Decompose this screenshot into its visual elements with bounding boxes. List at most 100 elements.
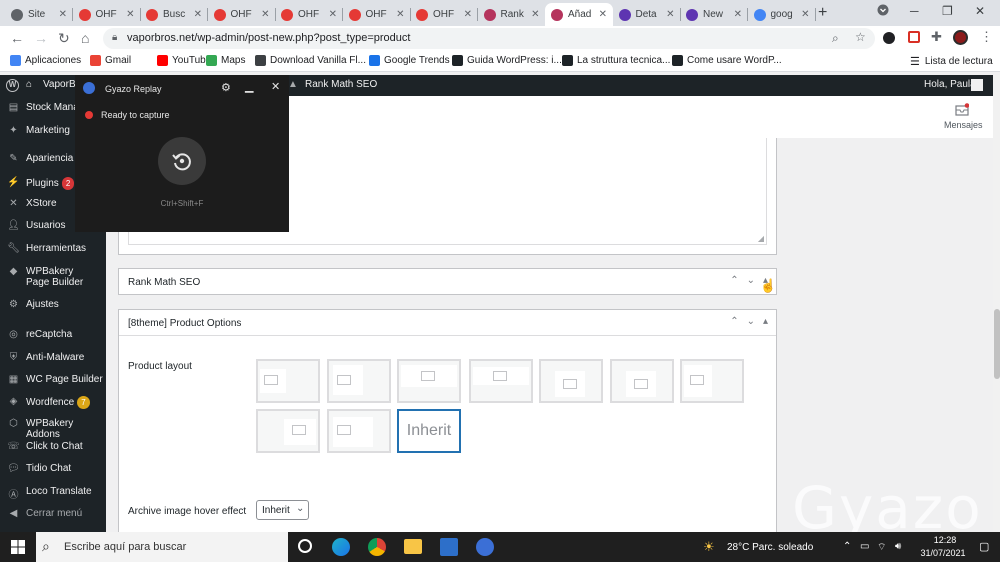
layout-option-1[interactable] bbox=[256, 359, 320, 403]
reload-icon[interactable]: ↻ bbox=[58, 30, 70, 47]
move-down-chevron-icon[interactable]: ⌄ bbox=[747, 275, 755, 286]
browser-tab[interactable]: Deta ✕ bbox=[613, 3, 681, 26]
layout-option-3[interactable] bbox=[397, 359, 461, 403]
chrome-icon[interactable] bbox=[368, 538, 386, 556]
browser-tab[interactable]: goog ✕ bbox=[748, 3, 816, 26]
sidebar-item-wc-page-builder[interactable]: ▦ WC Page Builder bbox=[0, 374, 106, 387]
lock-icon[interactable]: 🔒︎ bbox=[112, 32, 117, 43]
layout-option-inherit[interactable]: Inherit bbox=[397, 409, 461, 453]
volume-icon[interactable]: 🔊︎ bbox=[895, 541, 901, 552]
browser-tab[interactable]: OHF ✕ bbox=[410, 3, 478, 26]
file-explorer-icon[interactable] bbox=[404, 539, 422, 554]
tray-chevron-icon[interactable]: ⌃ bbox=[843, 541, 851, 552]
bookmark-item[interactable]: Aplicaciones bbox=[10, 55, 81, 66]
browser-tab[interactable]: OHF ✕ bbox=[275, 3, 343, 26]
product-options-header[interactable]: [8theme] Product Options ⌃ ⌄ ▴ bbox=[119, 310, 776, 336]
capture-button[interactable] bbox=[158, 137, 206, 185]
layout-option-9[interactable] bbox=[327, 409, 391, 453]
sidebar-item-tidio-chat[interactable]: 💬︎ Tidio Chat bbox=[0, 463, 106, 476]
browser-tab[interactable]: New ✕ bbox=[680, 3, 748, 26]
layout-option-6[interactable] bbox=[610, 359, 674, 403]
bookmark-item[interactable]: Maps bbox=[206, 55, 245, 66]
move-up-chevron-icon[interactable]: ⌃ bbox=[730, 316, 738, 327]
forward-icon[interactable]: → bbox=[34, 30, 48, 46]
weather-text[interactable]: 28°C Parc. soleado bbox=[727, 542, 813, 553]
tab-close-icon[interactable]: ✕ bbox=[734, 9, 742, 20]
extension-red-icon[interactable] bbox=[908, 31, 920, 43]
sidebar-item-recaptcha[interactable]: ◎ reCaptcha bbox=[0, 329, 106, 342]
rank-math-panel-title[interactable]: Rank Math SEO bbox=[128, 277, 200, 288]
browser-tab[interactable]: Busc ✕ bbox=[140, 3, 208, 26]
resize-handle-icon[interactable]: ◢ bbox=[758, 234, 764, 243]
messages-label[interactable]: Mensajes bbox=[944, 120, 983, 130]
close-icon[interactable]: ✕ bbox=[271, 80, 280, 93]
rankmath-menu[interactable]: Rank Math SEO bbox=[305, 79, 377, 90]
sidebar-item-wordfence[interactable]: ◈ Wordfence 7 bbox=[0, 396, 106, 409]
minimize-icon[interactable]: ─ bbox=[910, 4, 919, 18]
reading-list[interactable]: ☰ Lista de lectura bbox=[910, 55, 993, 68]
extension-icon[interactable] bbox=[883, 32, 895, 44]
layout-option-7[interactable] bbox=[680, 359, 744, 403]
browser-tab[interactable]: OHF ✕ bbox=[208, 3, 276, 26]
tab-close-icon[interactable]: ✕ bbox=[194, 9, 202, 20]
site-name[interactable]: VaporBr bbox=[43, 79, 79, 90]
sidebar-item-click-to-chat[interactable]: ☏ Click to Chat bbox=[0, 441, 106, 454]
bookmark-star-icon[interactable]: ☆ bbox=[855, 30, 866, 44]
bookmark-item[interactable]: La struttura tecnica... bbox=[562, 55, 670, 66]
puzzle-icon[interactable]: ✚ bbox=[931, 29, 942, 45]
tab-close-icon[interactable]: ✕ bbox=[329, 9, 337, 20]
sidebar-item-ajustes[interactable]: ⚙ Ajustes bbox=[0, 299, 106, 312]
move-down-chevron-icon[interactable]: ⌄ bbox=[747, 316, 755, 327]
wifi-icon[interactable]: ⌔ bbox=[877, 541, 886, 554]
toggle-panel-icon[interactable]: ▴ bbox=[763, 316, 768, 327]
tab-close-icon[interactable]: ✕ bbox=[126, 9, 134, 20]
gear-icon[interactable]: ⚙ bbox=[221, 81, 231, 94]
network-icon[interactable]: ▭ bbox=[860, 541, 869, 552]
layout-option-4[interactable] bbox=[469, 359, 533, 403]
sidebar-item-loco-translate[interactable]: Ⓐ Loco Translate bbox=[0, 486, 106, 501]
browser-tab[interactable]: Rank ✕ bbox=[478, 3, 546, 26]
bookmark-item[interactable]: Guida WordPress: i... bbox=[452, 55, 562, 66]
browser-tab[interactable]: OHF ✕ bbox=[343, 3, 411, 26]
windows-start-icon[interactable] bbox=[11, 540, 25, 557]
bookmark-item[interactable]: YouTube bbox=[157, 55, 211, 66]
profile-avatar[interactable] bbox=[953, 30, 968, 45]
tab-close-icon[interactable]: ✕ bbox=[599, 9, 607, 20]
browser-tab[interactable]: Añad ✕ bbox=[545, 3, 613, 26]
minimize-icon[interactable]: ▁ bbox=[245, 80, 253, 93]
sidebar-item-wpbakery-page-builder[interactable]: ◆ WPBakery Page Builder bbox=[0, 266, 106, 288]
wordpress-logo-icon[interactable]: W bbox=[6, 79, 19, 92]
edge-icon[interactable] bbox=[332, 538, 350, 556]
bookmark-item[interactable]: Google Trends bbox=[369, 55, 450, 66]
tab-search-icon[interactable] bbox=[877, 4, 889, 19]
bookmark-item[interactable]: Gmail bbox=[90, 55, 131, 66]
restore-icon[interactable]: ❐ bbox=[942, 4, 953, 18]
zoom-icon[interactable]: ⌕ bbox=[832, 31, 839, 46]
scrollbar-thumb[interactable] bbox=[994, 309, 1000, 379]
sidebar-item-herramientas[interactable]: 🔧︎ Herramientas bbox=[0, 243, 106, 256]
notification-icon[interactable]: ▢ bbox=[979, 540, 989, 553]
tab-close-icon[interactable]: ✕ bbox=[464, 9, 472, 20]
clock-date[interactable]: 31/07/2021 bbox=[913, 548, 973, 558]
user-avatar[interactable] bbox=[971, 79, 983, 91]
tab-close-icon[interactable]: ✕ bbox=[59, 9, 67, 20]
page-scrollbar[interactable] bbox=[993, 75, 1000, 532]
tab-close-icon[interactable]: ✕ bbox=[801, 9, 809, 20]
layout-option-2[interactable] bbox=[327, 359, 391, 403]
tab-close-icon[interactable]: ✕ bbox=[396, 9, 404, 20]
browser-tab[interactable]: Site ✕ bbox=[5, 3, 73, 26]
tab-close-icon[interactable]: ✕ bbox=[261, 9, 269, 20]
back-icon[interactable]: ← bbox=[10, 30, 24, 46]
tab-close-icon[interactable]: ✕ bbox=[666, 9, 674, 20]
browser-tab[interactable]: OHF ✕ bbox=[73, 3, 141, 26]
sidebar-item-anti-malware[interactable]: ⛨ Anti-Malware bbox=[0, 352, 106, 365]
home-icon[interactable]: ⌂ bbox=[81, 30, 89, 46]
hover-effect-select[interactable]: Inherit ⌄ bbox=[256, 500, 309, 520]
menu-dots-icon[interactable]: ⋮ bbox=[980, 29, 993, 45]
layout-option-5[interactable] bbox=[539, 359, 603, 403]
bookmark-item[interactable]: Come usare WordP... bbox=[672, 55, 782, 66]
layout-option-8[interactable] bbox=[256, 409, 320, 453]
new-tab-button[interactable]: + bbox=[818, 4, 827, 22]
tab-close-icon[interactable]: ✕ bbox=[531, 9, 539, 20]
sidebar-item-cerrar-men-[interactable]: ◀ Cerrar menú bbox=[0, 508, 106, 521]
